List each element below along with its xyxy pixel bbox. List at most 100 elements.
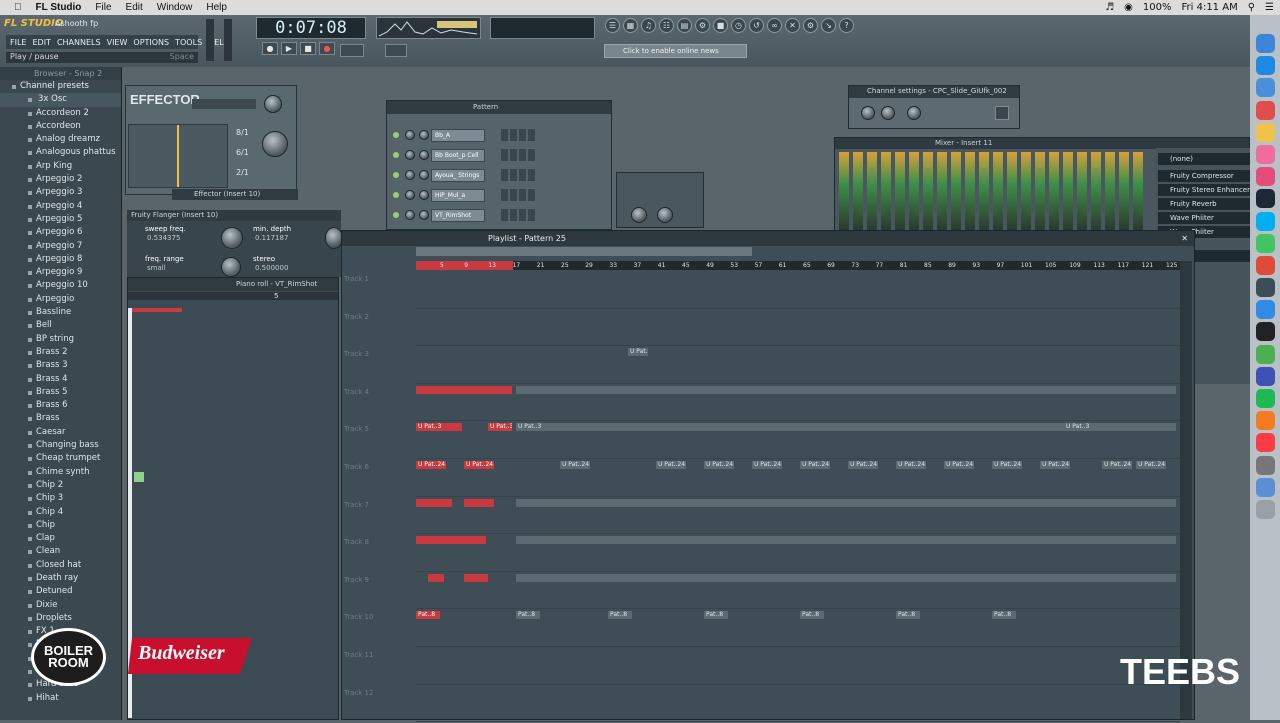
track-label[interactable]: Track 4: [342, 384, 414, 422]
mixer-meter[interactable]: [909, 152, 919, 230]
step-button[interactable]: [510, 189, 517, 201]
channel-rack-title[interactable]: Pattern: [387, 101, 611, 114]
photos-icon[interactable]: [1255, 144, 1275, 164]
mixer-meter[interactable]: [993, 152, 1003, 230]
browser-item[interactable]: Analog dreamz: [0, 133, 121, 146]
track-label[interactable]: Track 11: [342, 647, 414, 685]
mixer-meter[interactable]: [1035, 152, 1045, 230]
mail-icon[interactable]: [1255, 78, 1275, 98]
browser-item[interactable]: Bassline: [0, 306, 121, 319]
pattern-clip[interactable]: U Pat..3: [1064, 423, 1176, 432]
track-label[interactable]: Track 10: [342, 609, 414, 647]
browser-item[interactable]: Cheap trumpet: [0, 452, 121, 465]
track-row[interactable]: [416, 497, 1180, 535]
mixer-meter[interactable]: [951, 152, 961, 230]
track-label[interactable]: Track 12: [342, 685, 414, 723]
browser-item[interactable]: BP string: [0, 333, 121, 346]
track-label[interactable]: Track 9: [342, 572, 414, 610]
fl-menu-tools[interactable]: TOOLS: [175, 38, 202, 47]
browser-item[interactable]: Arpeggio 6: [0, 226, 121, 239]
pattern-clip[interactable]: [464, 573, 488, 582]
cut-icon[interactable]: ✕: [785, 18, 800, 33]
sweep-freq-knob[interactable]: [221, 227, 243, 249]
export-icon[interactable]: ↘: [821, 18, 836, 33]
mixer-meter[interactable]: [1091, 152, 1101, 230]
pattern-clip[interactable]: U Pat..3: [516, 423, 1076, 432]
pattern-clip[interactable]: Pat..8: [416, 611, 440, 620]
mixer-fx-slot[interactable]: Wave Phiiter: [1158, 212, 1250, 224]
step-button[interactable]: [501, 209, 508, 221]
step-button[interactable]: [528, 129, 535, 141]
browser-item[interactable]: Closed hat: [0, 559, 121, 572]
browser-item[interactable]: Brass 5: [0, 386, 121, 399]
playlist-scrollbar[interactable]: [416, 247, 752, 256]
mixer-meter[interactable]: [937, 152, 947, 230]
news-ticker[interactable]: Click to enable online news: [604, 44, 747, 58]
playlist-titlebar[interactable]: Playlist - Pattern 25 ✕: [342, 231, 1194, 246]
track-row[interactable]: [416, 647, 1180, 685]
pattern-clip[interactable]: [516, 536, 1176, 545]
browser-item[interactable]: Chip 4: [0, 506, 121, 519]
channel-button[interactable]: HiP_Mul_a: [431, 189, 485, 202]
pattern-clip[interactable]: U Pat..24: [800, 461, 830, 469]
pattern-clip[interactable]: [516, 385, 1176, 394]
volume-icon[interactable]: ♬: [1105, 2, 1114, 13]
track-row[interactable]: U Pat..24: [416, 346, 1180, 384]
track-row[interactable]: [416, 309, 1180, 347]
channel-vol-knob[interactable]: [419, 190, 429, 200]
tempo-display[interactable]: [340, 44, 364, 57]
browser-item[interactable]: Caesar: [0, 426, 121, 439]
channel-vol-knob[interactable]: [419, 170, 429, 180]
browser-item[interactable]: Arpeggio 9: [0, 266, 121, 279]
browser-folder[interactable]: Channel presets: [0, 80, 121, 93]
browser-item[interactable]: Analogous phattus: [0, 146, 121, 159]
browser-item[interactable]: Arpeggio 10: [0, 279, 121, 292]
track-row[interactable]: U Pat..24 U Pat..24 U Pat..24 U Pat..24 U Pa…: [416, 459, 1180, 497]
messages-icon[interactable]: [1255, 233, 1275, 253]
pattern-clip[interactable]: Pat..8: [516, 611, 540, 620]
skype-icon[interactable]: [1255, 211, 1275, 231]
step-button[interactable]: [519, 129, 526, 141]
browser-item[interactable]: Arp King: [0, 160, 121, 173]
small-plugin-knob-1[interactable]: [631, 207, 647, 223]
browser-item[interactable]: Brass: [0, 412, 121, 425]
track-label[interactable]: Track 5: [342, 421, 414, 459]
step-button[interactable]: [528, 149, 535, 161]
cs-pan-knob[interactable]: [881, 106, 895, 120]
pattern-clip[interactable]: [416, 536, 486, 545]
mixer-fx-slot[interactable]: Fruity Stereo Enhancer: [1158, 184, 1250, 196]
ratio-3[interactable]: 2/1: [236, 168, 249, 177]
pattern-clip[interactable]: [516, 573, 1176, 582]
channel-pan-knob[interactable]: [405, 210, 415, 220]
browser-item[interactable]: Chime synth: [0, 466, 121, 479]
pattern-clip[interactable]: U Pat..24: [416, 461, 446, 469]
cs-fx-button[interactable]: [995, 106, 1009, 120]
ratio-2[interactable]: 6/1: [236, 148, 249, 157]
fl-menu-options[interactable]: OPTIONS: [133, 38, 169, 47]
browser-item[interactable]: Brass 2: [0, 346, 121, 359]
browser-item[interactable]: Chip: [0, 519, 121, 532]
channel-button[interactable]: Bb Boot_p Cell: [431, 149, 485, 162]
ratio-1[interactable]: 8/1: [236, 128, 249, 137]
channel-vol-knob[interactable]: [419, 150, 429, 160]
step-seq-icon[interactable]: ▦: [623, 18, 638, 33]
record-button[interactable]: ●: [319, 42, 335, 55]
channel-led[interactable]: [393, 192, 399, 198]
master-pitch-slider[interactable]: [224, 19, 232, 61]
pattern-clip[interactable]: U Pat..24: [752, 461, 782, 469]
browser-item[interactable]: Brass 6: [0, 399, 121, 412]
step-button[interactable]: [510, 209, 517, 221]
browser-item[interactable]: Hihat: [0, 692, 121, 705]
menu-file[interactable]: File: [95, 2, 111, 13]
channel-vol-knob[interactable]: [419, 210, 429, 220]
pattern-clip[interactable]: U Pat..24: [1040, 461, 1070, 469]
browser-item[interactable]: Changing bass: [0, 439, 121, 452]
channel-pan-knob[interactable]: [405, 130, 415, 140]
step-button[interactable]: [528, 169, 535, 181]
mixer-fx-slot[interactable]: Fruity Reverb: [1158, 198, 1250, 210]
fl-menu-edit[interactable]: EDIT: [32, 38, 50, 47]
steam-icon[interactable]: [1255, 189, 1275, 209]
search-icon[interactable]: ⚲: [1248, 2, 1255, 13]
wifi-icon[interactable]: ◉: [1124, 2, 1133, 13]
pattern-clip[interactable]: Pat..8: [800, 611, 824, 620]
